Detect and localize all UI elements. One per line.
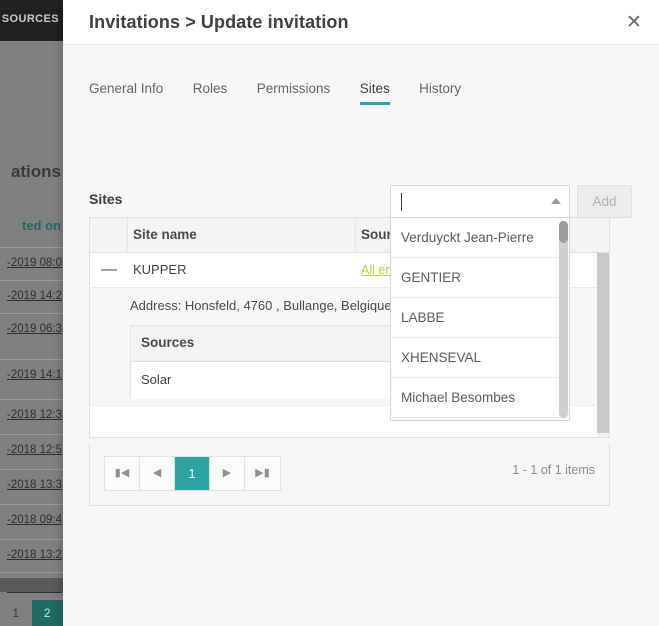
close-icon[interactable]: ✕ bbox=[621, 10, 647, 36]
modal-body: General Info Roles Permissions Sites His… bbox=[63, 45, 659, 626]
tab-roles[interactable]: Roles bbox=[193, 81, 228, 105]
pagination-info: 1 - 1 of 1 items bbox=[512, 463, 595, 477]
site-combobox-input[interactable] bbox=[390, 185, 570, 218]
dropdown-scrollbar-thumb[interactable] bbox=[559, 221, 568, 243]
dropdown-option[interactable]: Verduyckt Jean-Pierre bbox=[391, 218, 569, 258]
background-table-row: -2018 09:4 bbox=[0, 504, 63, 534]
background-page-1: 1 bbox=[12, 606, 20, 620]
column-header-site-name[interactable]: Site name bbox=[128, 218, 356, 252]
background-table-row: -2019 06:3 bbox=[0, 313, 63, 343]
background-table-row: -2018 12:5 bbox=[0, 434, 63, 464]
text-cursor bbox=[401, 193, 402, 211]
modal-header: Invitations > Update invitation ✕ bbox=[63, 0, 659, 45]
prev-page-icon[interactable]: ◀ bbox=[140, 457, 175, 490]
background-table-row: -2018 12:3 bbox=[0, 399, 63, 429]
background-table-row: -2019 08:0 bbox=[0, 247, 63, 277]
site-address: Address: Honsfeld, 4760 , Bullange, Belg… bbox=[130, 298, 392, 313]
minus-icon[interactable]: — bbox=[90, 253, 128, 287]
background-table-row: -2018 13:3 bbox=[0, 469, 63, 499]
dropdown-scrollbar-track[interactable] bbox=[559, 221, 568, 418]
background-page-2: 2 bbox=[31, 600, 63, 626]
background-page-title: ations bbox=[10, 162, 61, 181]
background-topbar: SOURCES bbox=[0, 0, 63, 41]
dropdown-option[interactable]: LABBE bbox=[391, 298, 569, 338]
dropdown-option[interactable]: XHENSEVAL bbox=[391, 338, 569, 378]
tab-sites[interactable]: Sites bbox=[359, 81, 390, 105]
background-content: ations ted on -2019 08:0 -2019 14:2 -201… bbox=[0, 41, 63, 626]
dropdown-option[interactable]: Michael Besombes bbox=[391, 378, 569, 418]
breadcrumb-title: Invitations > Update invitation bbox=[89, 12, 349, 32]
background-footer-bar bbox=[0, 578, 63, 592]
column-header-expand bbox=[90, 218, 128, 252]
cell-site-name: KUPPER bbox=[133, 262, 187, 277]
tab-history[interactable]: History bbox=[419, 81, 461, 105]
update-invitation-modal: Invitations > Update invitation ✕ Genera… bbox=[63, 0, 659, 626]
background-topbar-label: SOURCES bbox=[1, 13, 59, 25]
add-button[interactable]: Add bbox=[577, 185, 632, 218]
tab-general-info[interactable]: General Info bbox=[89, 81, 163, 105]
tab-permissions[interactable]: Permissions bbox=[257, 81, 331, 105]
site-combobox-dropdown: Verduyckt Jean-Pierre GENTIER LABBE XHEN… bbox=[390, 218, 570, 421]
chevron-up-icon[interactable] bbox=[551, 198, 561, 204]
pagination-bar: ▮◀ ◀ 1 ▶ ▶▮ 1 - 1 of 1 items bbox=[89, 443, 610, 506]
tab-bar: General Info Roles Permissions Sites His… bbox=[63, 80, 659, 111]
background-column-header: ted on bbox=[22, 218, 61, 233]
dropdown-option[interactable]: GENTIER bbox=[391, 258, 569, 298]
pagination-controls: ▮◀ ◀ 1 ▶ ▶▮ bbox=[104, 456, 281, 491]
background-table-row: -2018 13:2 bbox=[0, 539, 63, 569]
background-table-row: -2019 14:2 bbox=[0, 280, 63, 310]
cell-source-name: Solar bbox=[141, 372, 172, 387]
column-header-sources: Sources bbox=[141, 335, 195, 350]
last-page-icon[interactable]: ▶▮ bbox=[245, 457, 280, 490]
site-combobox: Verduyckt Jean-Pierre GENTIER LABBE XHEN… bbox=[390, 185, 570, 421]
sites-section-label: Sites bbox=[89, 191, 123, 207]
background-table-row: -2019 14:1 bbox=[0, 359, 63, 389]
background-pagination: 1 2 bbox=[0, 600, 63, 626]
next-page-icon[interactable]: ▶ bbox=[210, 457, 245, 490]
page-number-1[interactable]: 1 bbox=[175, 457, 210, 490]
first-page-icon[interactable]: ▮◀ bbox=[105, 457, 140, 490]
table-scrollbar-thumb[interactable] bbox=[597, 253, 609, 433]
